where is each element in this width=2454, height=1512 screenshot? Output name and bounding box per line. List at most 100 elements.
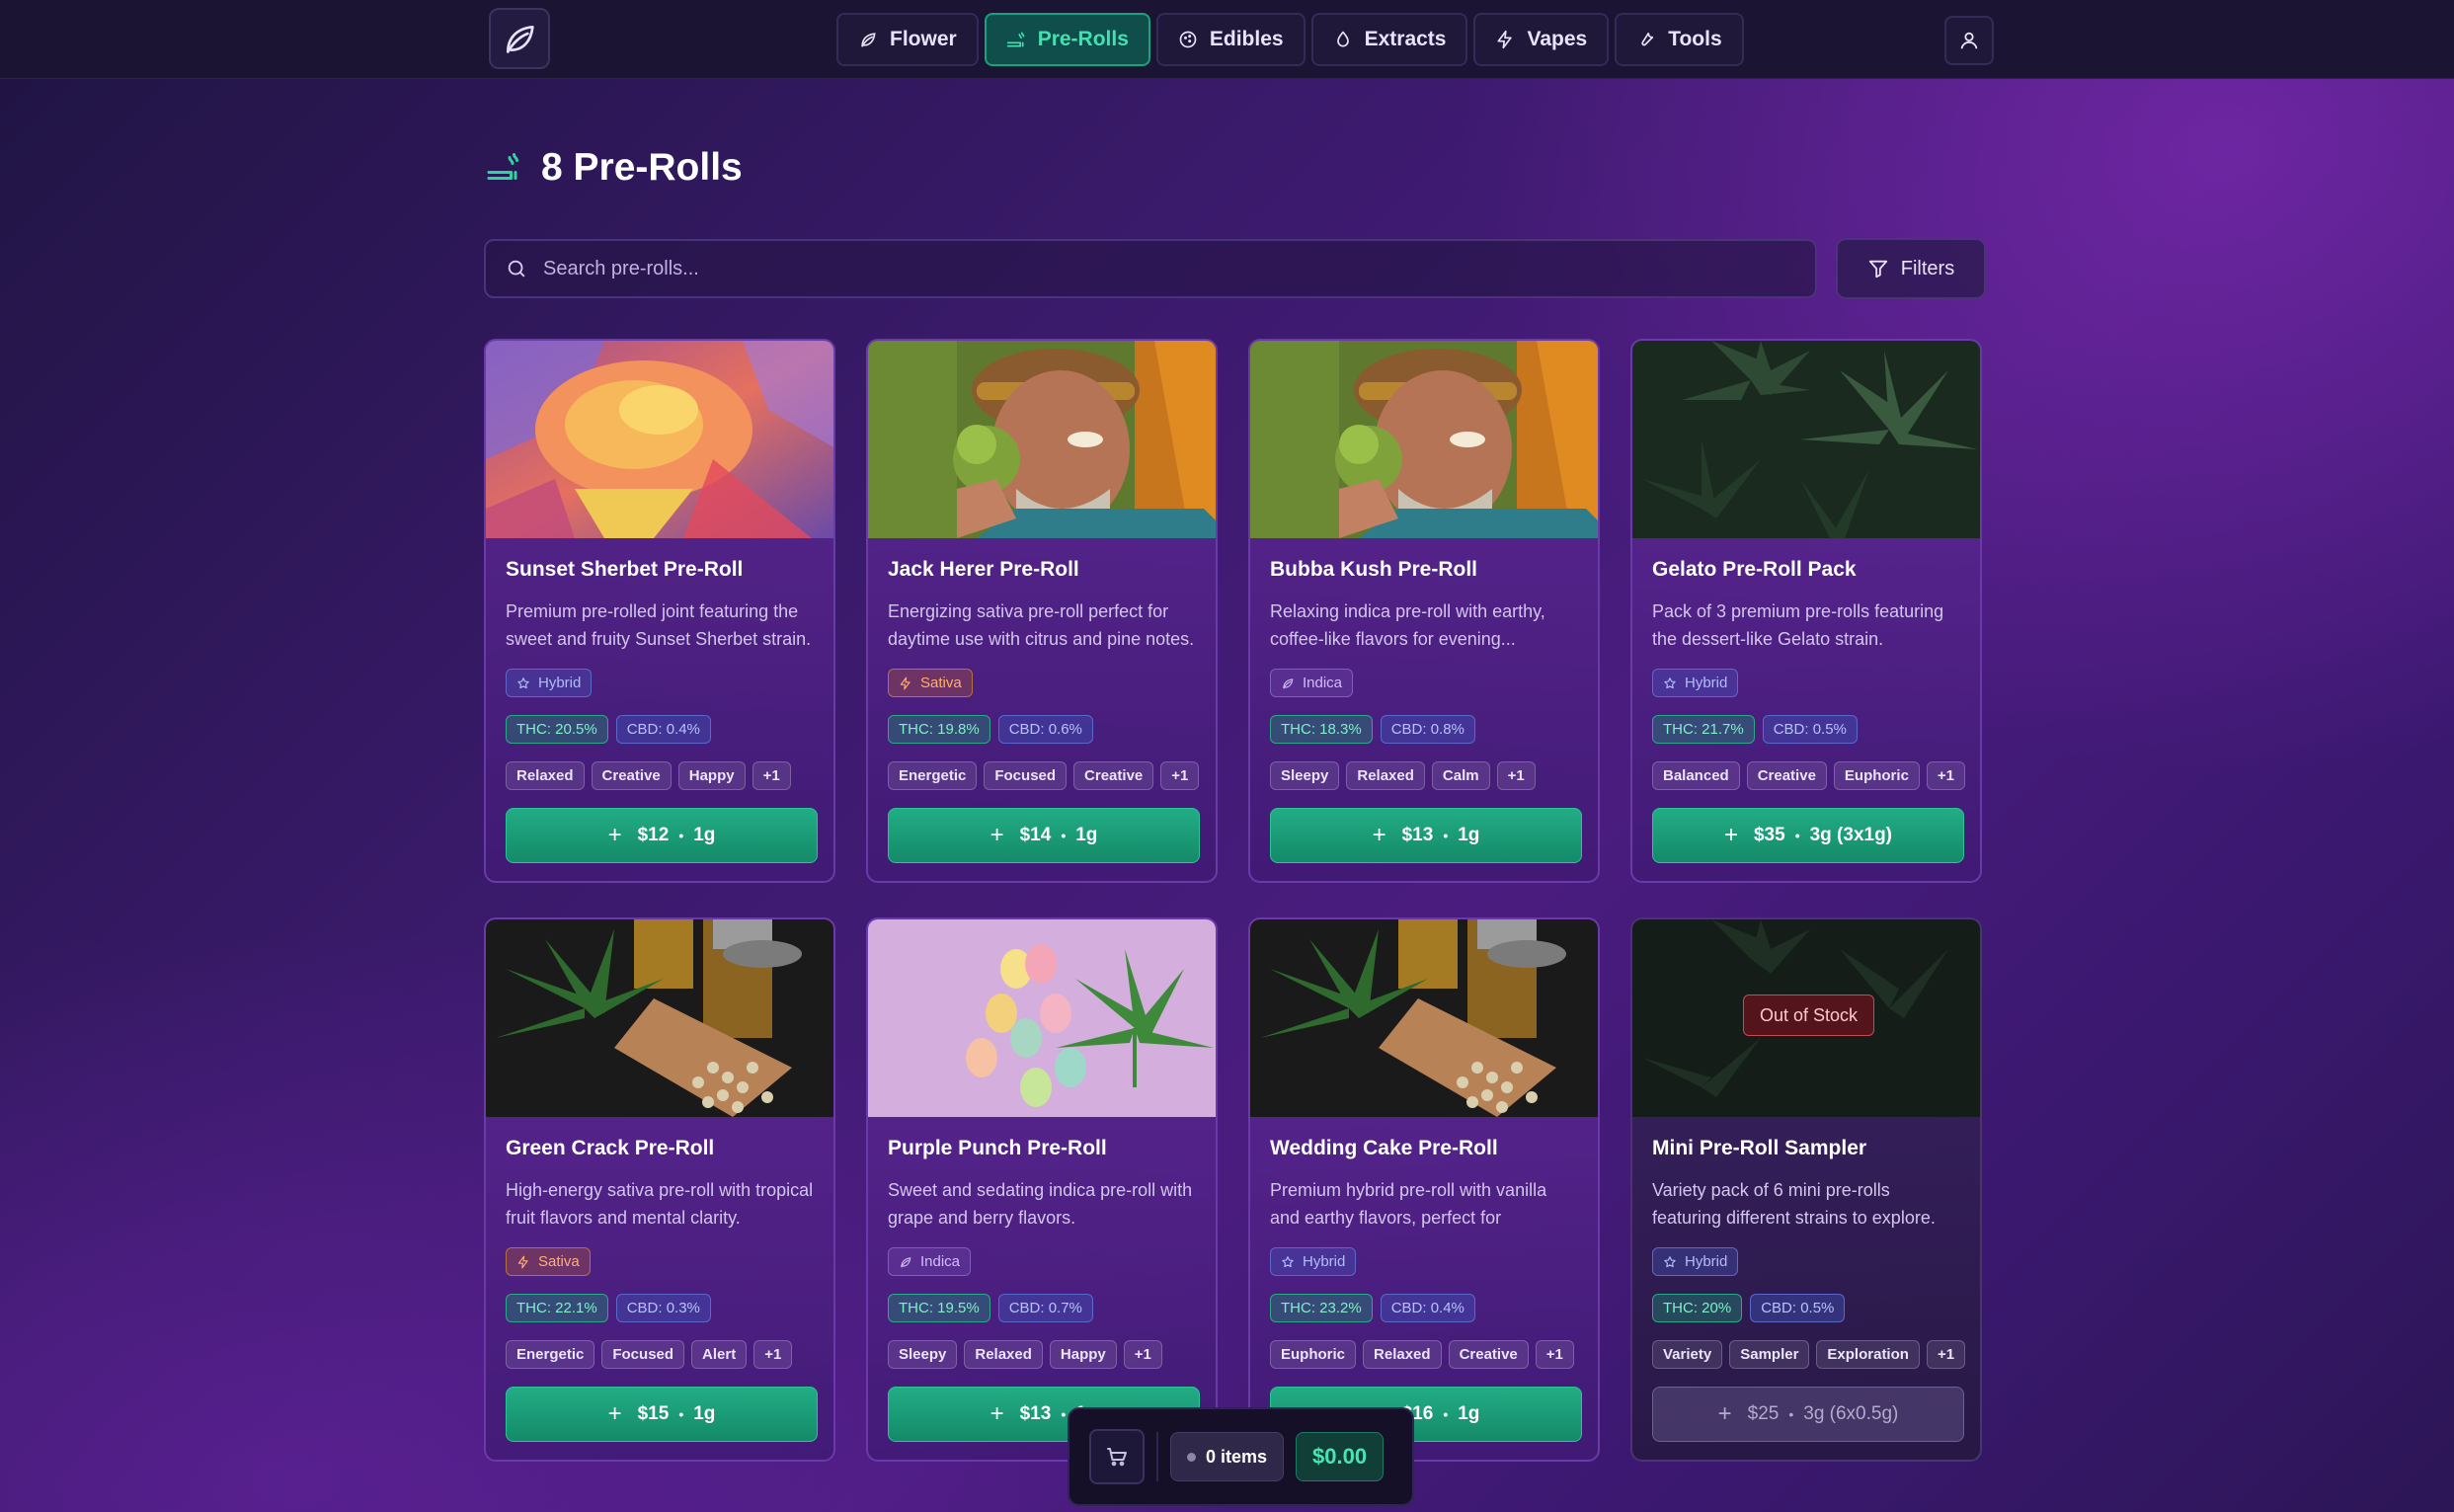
product-image-painting [486, 341, 833, 538]
star-icon [1664, 676, 1676, 688]
account-button[interactable] [1944, 16, 1994, 65]
effect-tag: Balanced [1652, 761, 1740, 790]
top-bar: Flower Pre-Rolls Edibles Extracts Vapes … [0, 0, 2454, 79]
price: $13 [1019, 1403, 1052, 1424]
add-to-cart-button[interactable]: + $13 • 1g [1270, 808, 1582, 863]
cart-items-label: 0 items [1206, 1446, 1268, 1467]
product-description: Energizing sativa pre-roll perfect for d… [888, 601, 1195, 649]
thc-badge: THC: 20% [1652, 1294, 1743, 1322]
product-description: Variety pack of 6 mini pre-rolls featuri… [1652, 1180, 1936, 1228]
tab-vapes[interactable]: Vapes [1473, 13, 1610, 66]
filter-icon [1868, 260, 1887, 279]
add-to-cart-button-disabled: + $25 • 3g (6x0.5g) [1652, 1387, 1964, 1442]
tab-edibles[interactable]: Edibles [1155, 13, 1306, 66]
separator-dot: • [1061, 1406, 1067, 1422]
cart-bar: 0 items $0.00 [1068, 1407, 1414, 1506]
joint-icon [1006, 32, 1025, 47]
leaf-icon [901, 1256, 911, 1267]
add-to-cart-button[interactable]: + $15 • 1g [506, 1387, 818, 1442]
size: 1g [1075, 825, 1098, 845]
effect-tag: Relaxed [1363, 1340, 1442, 1369]
thc-badge: THC: 21.7% [1652, 715, 1755, 744]
thc-badge: THC: 23.2% [1270, 1294, 1373, 1322]
tab-label: Vapes [1527, 28, 1588, 50]
cart-total[interactable]: $0.00 [1296, 1432, 1385, 1481]
cbd-badge: CBD: 0.7% [997, 1294, 1093, 1322]
tab-extracts[interactable]: Extracts [1310, 13, 1468, 66]
tab-tools[interactable]: Tools [1615, 13, 1744, 66]
thc-badge: THC: 20.5% [506, 715, 608, 744]
strain-type-badge: Hybrid [1652, 669, 1739, 697]
cart-button[interactable] [1089, 1429, 1145, 1484]
size: 1g [1458, 825, 1480, 845]
effect-tag: Variety [1652, 1340, 1723, 1369]
tab-label: Tools [1668, 28, 1722, 50]
product-card[interactable]: Out of Stock Mini Pre-Roll Sampler Varie… [1630, 917, 1982, 1462]
leaf-icon [861, 33, 876, 47]
product-description: Premium pre-rolled joint featuring the s… [506, 601, 812, 649]
product-description: Pack of 3 premium pre-rolls featuring th… [1652, 601, 1944, 649]
price: $35 [1753, 825, 1785, 845]
leaf-logo-icon [507, 26, 534, 53]
cart-item-count[interactable]: 0 items [1170, 1432, 1285, 1481]
strain-type-label: Hybrid [1685, 1253, 1728, 1270]
cbd-badge: CBD: 0.8% [1380, 715, 1475, 744]
shopping-cart-icon [1107, 1448, 1127, 1467]
product-name: Jack Herer Pre-Roll [888, 558, 1079, 581]
cbd-badge: CBD: 0.5% [1762, 715, 1858, 744]
product-card[interactable]: Wedding Cake Pre-Roll Premium hybrid pre… [1248, 917, 1600, 1462]
product-image-dark-leaves: Out of Stock [1632, 919, 1980, 1117]
separator-dot: • [678, 1406, 684, 1422]
tab-flower[interactable]: Flower [836, 13, 979, 66]
search-input[interactable] [543, 257, 1728, 280]
category-nav: Flower Pre-Rolls Edibles Extracts Vapes … [836, 13, 1744, 66]
thc-badge: THC: 19.8% [888, 715, 990, 744]
add-to-cart-button[interactable]: + $12 • 1g [506, 808, 818, 863]
filters-button[interactable]: Filters [1836, 238, 1986, 299]
product-description: Premium hybrid pre-roll with vanilla and… [1270, 1180, 1547, 1228]
logo-button[interactable] [489, 8, 550, 69]
effect-tag: Energetic [506, 1340, 595, 1369]
product-card[interactable]: Sunset Sherbet Pre-Roll Premium pre-roll… [484, 339, 835, 883]
add-to-cart-button[interactable]: + $14 • 1g [888, 808, 1200, 863]
tab-pre-rolls[interactable]: Pre-Rolls [984, 13, 1150, 66]
status-dot [1187, 1452, 1196, 1462]
strain-type-badge: Indica [888, 1247, 972, 1276]
size: 3g (6x0.5g) [1803, 1403, 1899, 1424]
product-card[interactable]: Bubba Kush Pre-Roll Relaxing indica pre-… [1248, 339, 1600, 883]
bolt-icon [1497, 30, 1513, 49]
product-card[interactable]: Gelato Pre-Roll Pack Pack of 3 premium p… [1630, 339, 1982, 883]
product-image-old-man-plant [1250, 341, 1598, 538]
product-image-oil-seeds [1250, 919, 1598, 1117]
page-title: 8 Pre-Rolls [541, 146, 743, 189]
search-icon [508, 260, 525, 278]
add-to-cart-button[interactable]: + $35 • 3g (3x1g) [1652, 808, 1964, 863]
plus-icon: + [1723, 822, 1738, 848]
size: 1g [693, 1403, 716, 1424]
strain-type-label: Hybrid [1303, 1253, 1346, 1270]
price: $15 [637, 1403, 670, 1424]
strain-type-badge: Hybrid [1270, 1247, 1357, 1276]
product-card[interactable]: Green Crack Pre-Roll High-energy sativa … [484, 917, 835, 1462]
plus-icon: + [607, 822, 622, 848]
star-icon [1282, 1255, 1294, 1267]
effect-tag: Alert [691, 1340, 748, 1369]
cart-divider [1156, 1432, 1158, 1481]
search-bar [484, 239, 1817, 298]
product-image-gummies [868, 919, 1216, 1117]
product-name: Purple Punch Pre-Roll [888, 1137, 1107, 1159]
strain-type-badge: Hybrid [506, 669, 593, 697]
cbd-badge: CBD: 0.3% [615, 1294, 711, 1322]
tab-label: Edibles [1209, 28, 1284, 50]
product-card[interactable]: Jack Herer Pre-Roll Energizing sativa pr… [866, 339, 1218, 883]
effect-tag: Exploration [1816, 1340, 1920, 1369]
size: 1g [1458, 1403, 1480, 1424]
droplet-icon [1336, 31, 1349, 47]
product-grid: Sunset Sherbet Pre-Roll Premium pre-roll… [484, 339, 1982, 1462]
price: $14 [1019, 825, 1052, 845]
strain-type-label: Hybrid [538, 675, 582, 691]
product-image-oil-seeds [486, 919, 833, 1117]
product-card[interactable]: Purple Punch Pre-Roll Sweet and sedating… [866, 917, 1218, 1462]
product-name: Gelato Pre-Roll Pack [1652, 558, 1857, 581]
cbd-badge: CBD: 0.6% [997, 715, 1093, 744]
